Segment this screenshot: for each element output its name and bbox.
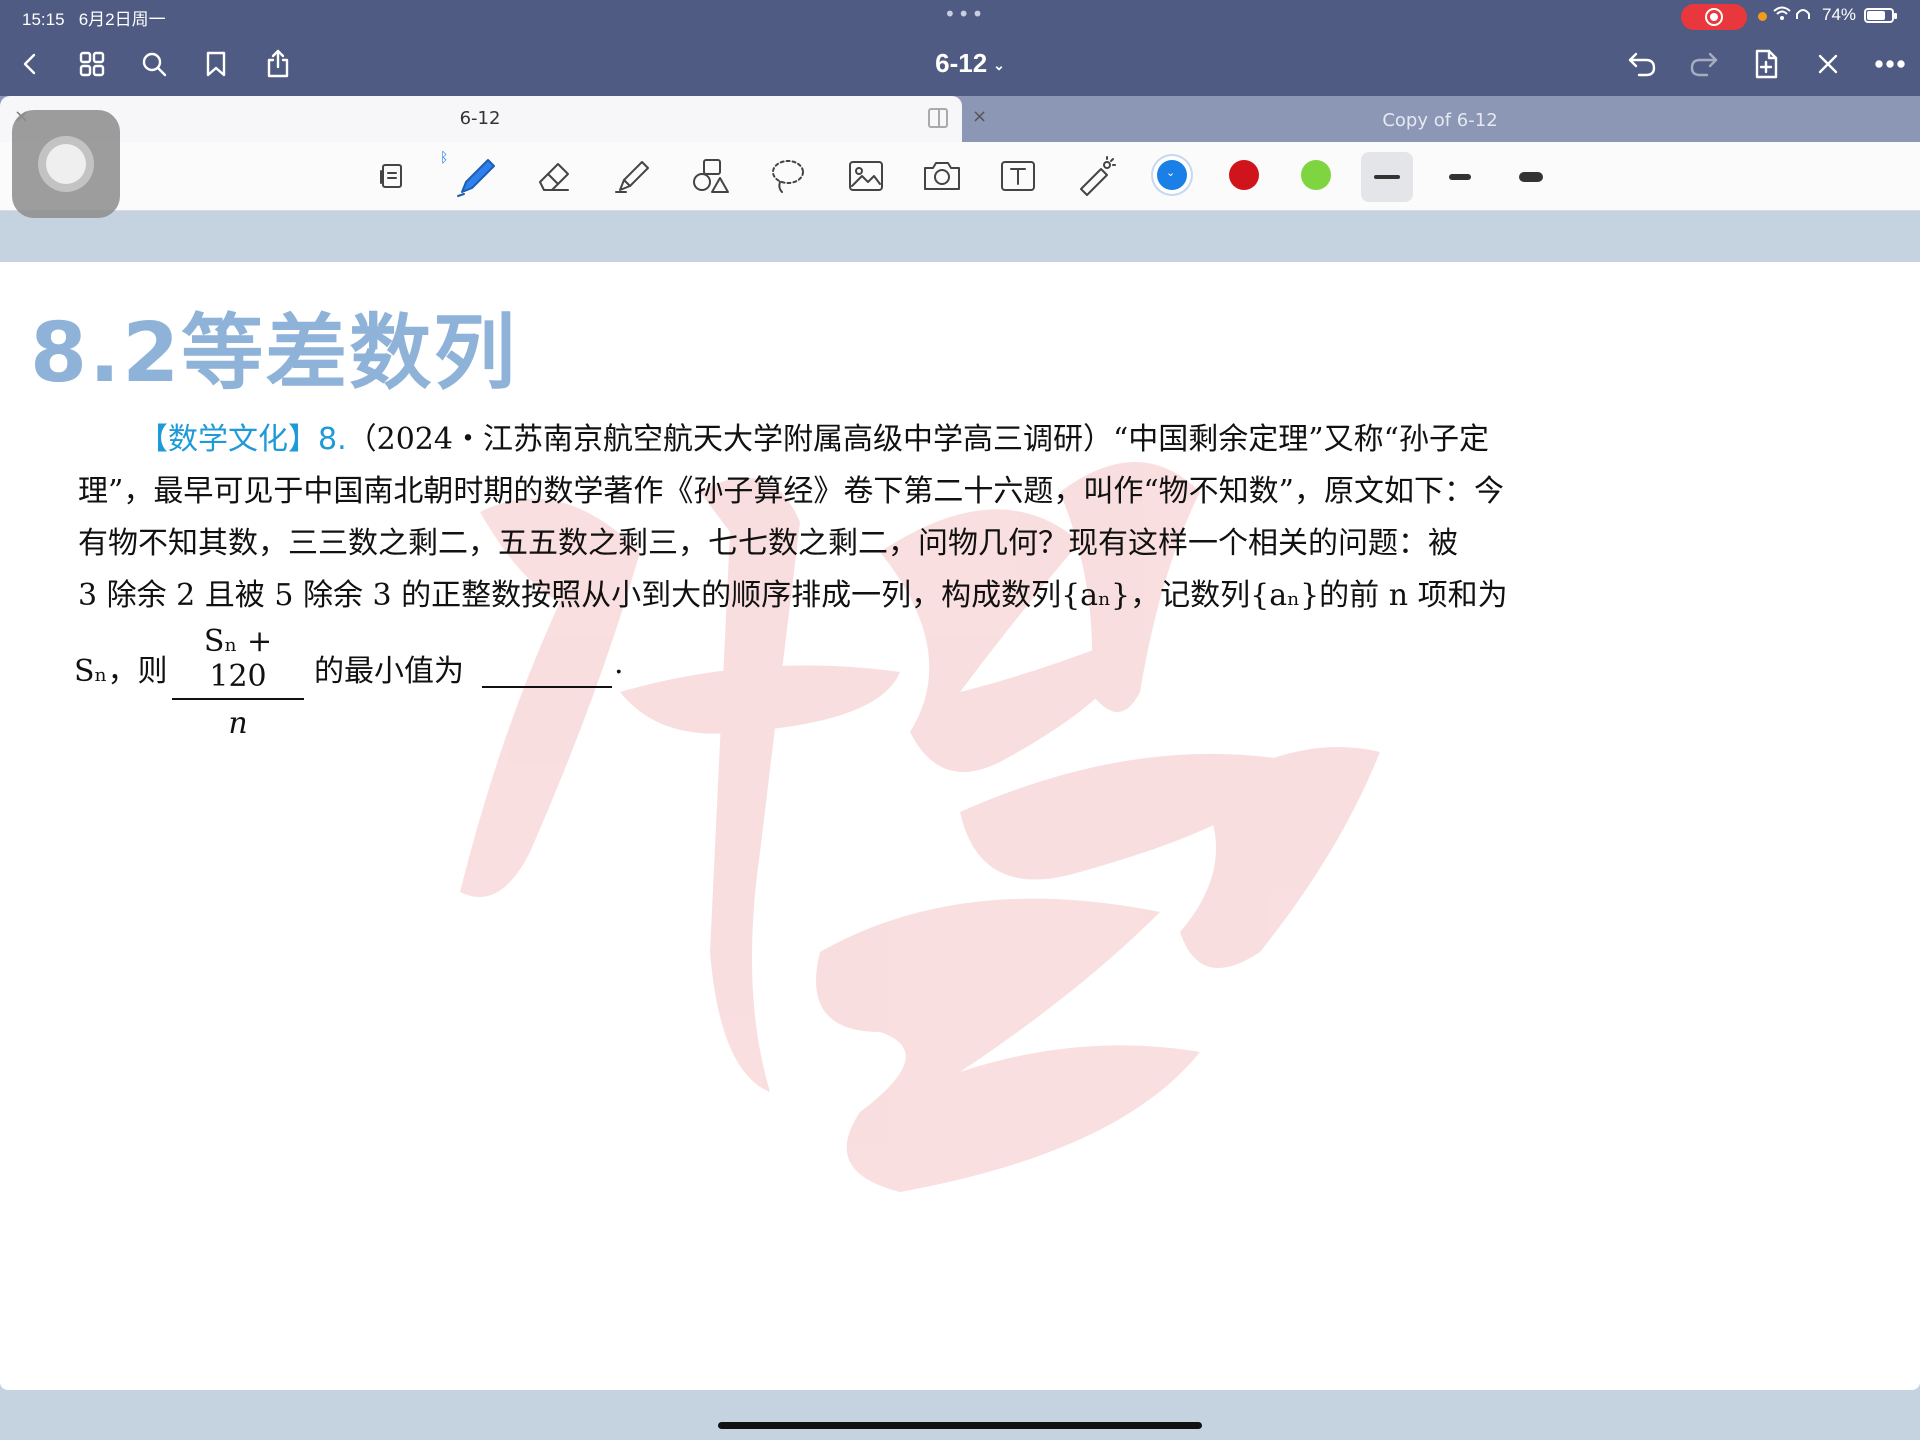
- image-icon[interactable]: [842, 152, 890, 200]
- tab-6-12[interactable]: × 6-12: [0, 96, 962, 142]
- status-time: 15:15: [22, 10, 65, 29]
- document-title: 6-12: [935, 48, 988, 78]
- mic-in-use-icon: [1758, 12, 1767, 21]
- document-page[interactable]: 8.2等差数列 【数学文化】8.（2024・江苏南京航空航天大学附属高级中学高三…: [0, 262, 1920, 1390]
- wifi-headphones-icon: [1772, 5, 1816, 27]
- pen-icon[interactable]: [452, 152, 500, 200]
- more-icon[interactable]: [1870, 44, 1910, 84]
- redo-icon[interactable]: [1684, 44, 1724, 84]
- drawing-toolbar: ᛒ ⌄: [0, 142, 1920, 211]
- chevron-down-icon: ⌄: [993, 56, 1005, 73]
- question-line-5-suffix: 的最小值为: [314, 654, 464, 689]
- split-view-icon[interactable]: [928, 108, 948, 128]
- fraction-numerator: Sₙ + 120: [172, 624, 304, 700]
- color-swatch-blue[interactable]: ⌄: [1157, 160, 1187, 190]
- question-line-2: 理”，最早可见于中国南北朝时期的数学著作《孙子算经》卷下第二十六题，叫作“物不知…: [78, 474, 1505, 509]
- stroke-width-thick[interactable]: [1505, 152, 1557, 202]
- top-bar: 15:15 6月2日周一 ••• 74% 6-12 ⌄: [0, 0, 1920, 100]
- question-tag: 【数学文化】8.: [138, 422, 347, 457]
- color-swatch-red[interactable]: [1229, 160, 1259, 190]
- question-text: （2024・江苏南京航空航天大学附属高级中学高三调研）“中国剩余定理”又称“孙子…: [346, 422, 1489, 457]
- share-icon[interactable]: [258, 44, 298, 84]
- screen-recording-indicator[interactable]: [1681, 4, 1747, 30]
- home-indicator[interactable]: [718, 1422, 1202, 1429]
- question-line-3: 有物不知其数，三三数之剩二，五五数之剩三，七七数之剩二，问物几何？现有这样一个相…: [78, 526, 1458, 561]
- highlighter-icon[interactable]: [608, 152, 656, 200]
- fraction: Sₙ + 120 n: [172, 624, 304, 741]
- assistive-touch-button[interactable]: [12, 110, 120, 218]
- document-title-menu[interactable]: 6-12 ⌄: [900, 48, 1040, 79]
- bluetooth-icon: ᛒ: [440, 150, 449, 166]
- eraser-icon[interactable]: [530, 152, 578, 200]
- tab-label: 6-12: [459, 108, 501, 129]
- text-icon[interactable]: [994, 152, 1042, 200]
- question-line-4: 3 除余 2 且被 5 除余 3 的正整数按照从小到大的顺序排成一列，构成数列{…: [78, 578, 1508, 613]
- page-heading: 8.2等差数列: [30, 306, 518, 401]
- color-swatch-green[interactable]: [1301, 160, 1331, 190]
- question-end-period: .: [614, 646, 624, 681]
- tab-close-icon[interactable]: ×: [972, 106, 987, 127]
- lasso-icon[interactable]: [764, 152, 812, 200]
- fraction-denominator: n: [228, 706, 248, 741]
- battery-percent: 74%: [1822, 5, 1857, 24]
- tab-copy-of-6-12[interactable]: Copy of 6-12: [1300, 110, 1580, 131]
- tab-strip: × 6-12 × Copy of 6-12: [0, 96, 1920, 142]
- grid-icon[interactable]: [72, 44, 112, 84]
- stroke-width-medium[interactable]: [1433, 152, 1485, 202]
- camera-icon[interactable]: [918, 152, 966, 200]
- shapes-icon[interactable]: [686, 152, 734, 200]
- check-icon: ⌄: [1166, 166, 1176, 179]
- reader-icon[interactable]: [370, 152, 418, 200]
- laser-pointer-icon[interactable]: [1072, 152, 1120, 200]
- bookmark-icon[interactable]: [196, 44, 236, 84]
- add-page-icon[interactable]: [1746, 44, 1786, 84]
- close-icon[interactable]: [1808, 44, 1848, 84]
- multitask-dots-icon[interactable]: •••: [944, 2, 985, 26]
- stroke-width-thin[interactable]: [1361, 152, 1413, 202]
- undo-icon[interactable]: [1622, 44, 1662, 84]
- status-time-date: 15:15 6月2日周一: [22, 5, 166, 30]
- status-date: 6月2日周一: [78, 10, 166, 29]
- search-icon[interactable]: [134, 44, 174, 84]
- question-line-1: 【数学文化】8.（2024・江苏南京航空航天大学附属高级中学高三调研）“中国剩余…: [78, 414, 1598, 458]
- battery-icon: [1864, 8, 1897, 23]
- back-icon[interactable]: [10, 44, 50, 84]
- answer-blank[interactable]: [482, 686, 612, 688]
